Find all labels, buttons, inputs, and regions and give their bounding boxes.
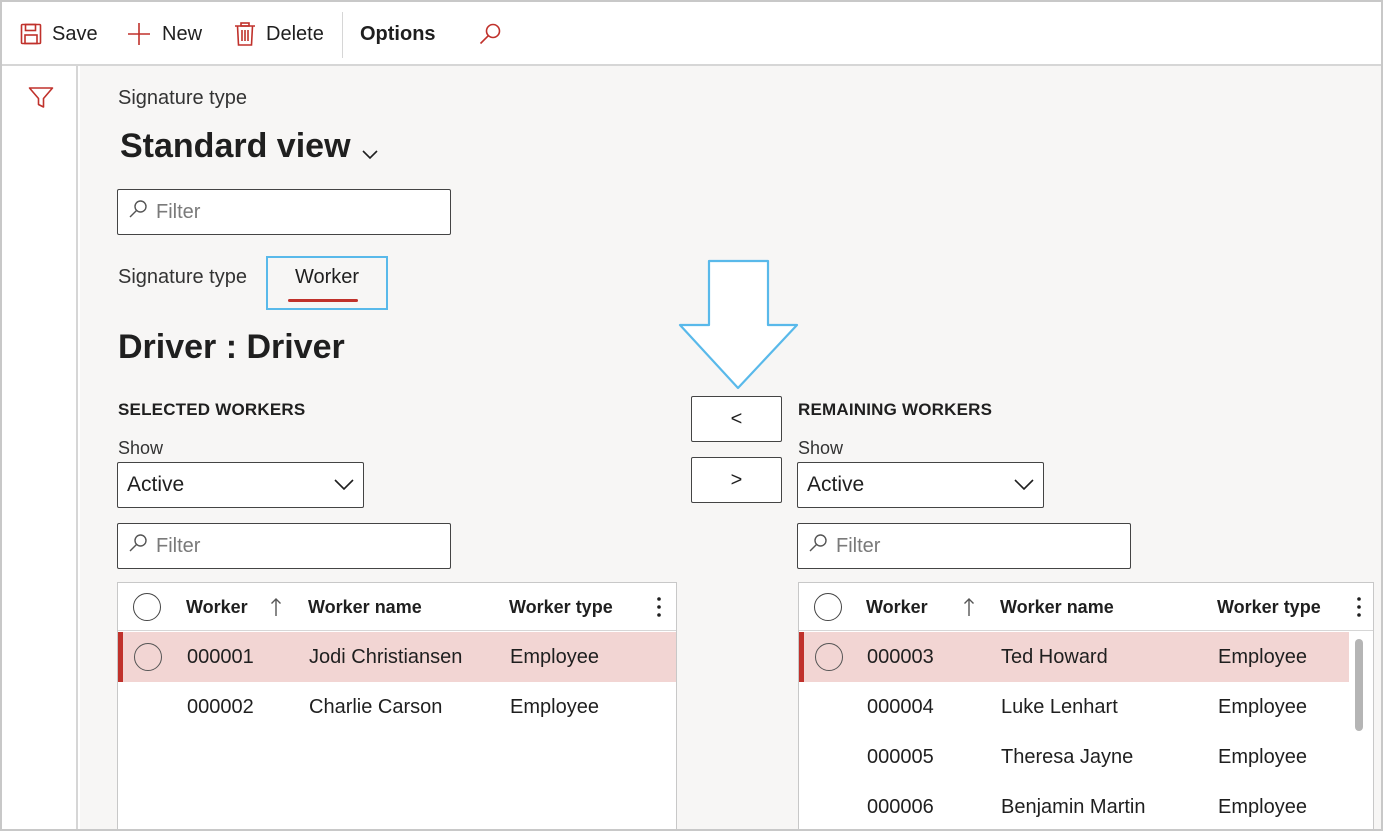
save-label: Save [52, 22, 98, 45]
row-checkbox[interactable] [815, 643, 843, 671]
vertical-scrollbar[interactable] [1355, 639, 1363, 731]
grid-header: Worker Worker name Worker type [799, 583, 1373, 631]
remaining-workers-heading: REMAINING WORKERS [798, 400, 993, 419]
remaining-show-label: Show [798, 438, 844, 458]
app-window: Save New Delete Options Signature type S… [0, 0, 1383, 831]
column-header-worker[interactable]: Worker [186, 583, 248, 631]
remaining-filter-input[interactable] [836, 534, 1096, 558]
selected-show-select[interactable]: Active [117, 462, 364, 508]
search-icon [128, 533, 148, 559]
select-all-checkbox[interactable] [814, 583, 842, 631]
selected-row-marker [118, 632, 123, 682]
move-to-remaining-button[interactable]: > [691, 457, 782, 503]
cell-worker-name: Jodi Christiansen [309, 645, 463, 668]
more-options-icon[interactable] [656, 583, 662, 631]
table-row[interactable]: 000006 Benjamin Martin Employee [799, 782, 1349, 829]
cell-worker-type: Employee [1218, 645, 1307, 668]
cell-worker-name: Theresa Jayne [1001, 745, 1134, 768]
table-row[interactable]: 000005 Theresa Jayne Employee [799, 732, 1349, 782]
cell-worker: 000006 [867, 795, 934, 818]
tab-worker[interactable]: Worker [266, 256, 388, 310]
column-header-worker-type[interactable]: Worker type [509, 583, 613, 631]
cell-worker-name: Charlie Carson [309, 695, 443, 718]
chevron-down-icon [1013, 473, 1035, 497]
table-row[interactable]: 000002 Charlie Carson Employee [118, 682, 676, 732]
filter-pane-icon[interactable] [28, 86, 54, 115]
column-header-worker-name[interactable]: Worker name [1000, 583, 1114, 631]
remaining-filter-field[interactable] [797, 523, 1131, 569]
action-pane: Save New Delete Options [2, 2, 1381, 66]
search-button[interactable] [478, 2, 502, 66]
view-selector[interactable]: Standard view [120, 124, 379, 169]
cell-worker-type: Employee [1218, 795, 1307, 818]
view-title: Standard view [120, 127, 351, 165]
remaining-show-select[interactable]: Active [797, 462, 1044, 508]
new-button[interactable]: New [126, 2, 202, 66]
selected-show-value: Active [127, 473, 185, 496]
page-filter-input[interactable] [156, 200, 416, 224]
search-icon [128, 199, 148, 225]
cell-worker: 000001 [187, 645, 254, 668]
remaining-workers-grid: Worker Worker name Worker type 000003 Te… [798, 582, 1374, 829]
sort-ascending-icon[interactable] [270, 583, 282, 631]
row-checkbox[interactable] [134, 643, 162, 671]
selected-filter-input[interactable] [156, 534, 416, 558]
delete-button[interactable]: Delete [234, 2, 324, 66]
selected-workers-heading: SELECTED WORKERS [118, 400, 306, 419]
down-arrow-icon [678, 259, 800, 396]
active-tab-indicator [288, 299, 358, 302]
new-label: New [162, 22, 203, 45]
cell-worker-type: Employee [510, 645, 599, 668]
signature-type-label: Signature type [118, 266, 247, 288]
options-tab[interactable]: Options [360, 2, 436, 66]
search-icon [478, 22, 502, 46]
cell-worker-name: Ted Howard [1001, 645, 1108, 668]
chevron-down-icon [361, 130, 379, 169]
chevron-down-icon [333, 473, 355, 497]
section-title: Driver : Driver [118, 328, 345, 366]
selected-workers-grid: Worker Worker name Worker type 000001 Jo… [117, 582, 677, 829]
delete-label: Delete [266, 22, 324, 45]
cell-worker-type: Employee [510, 695, 599, 718]
save-icon [20, 23, 42, 45]
column-header-worker-type[interactable]: Worker type [1217, 583, 1321, 631]
main-content: Signature type Standard view Signature t… [80, 66, 1381, 829]
selected-show-label: Show [118, 438, 164, 458]
navigation-rail [2, 66, 78, 829]
table-row[interactable]: 000004 Luke Lenhart Employee [799, 682, 1349, 732]
save-button[interactable]: Save [20, 2, 98, 66]
plus-icon [126, 21, 152, 47]
selected-filter-field[interactable] [117, 523, 451, 569]
cell-worker: 000004 [867, 695, 934, 718]
more-options-icon[interactable] [1356, 583, 1362, 631]
toolbar-divider [342, 12, 343, 58]
table-row[interactable]: 000001 Jodi Christiansen Employee [118, 632, 676, 682]
cell-worker: 000005 [867, 745, 934, 768]
column-header-worker[interactable]: Worker [866, 583, 928, 631]
cell-worker-type: Employee [1218, 695, 1307, 718]
trash-icon [234, 22, 256, 46]
cell-worker: 000003 [867, 645, 934, 668]
sort-ascending-icon[interactable] [963, 583, 975, 631]
selected-row-marker [799, 632, 804, 682]
tab-worker-label: Worker [294, 266, 360, 288]
cell-worker-type: Employee [1218, 745, 1307, 768]
column-header-worker-name[interactable]: Worker name [308, 583, 422, 631]
select-all-checkbox[interactable] [133, 583, 161, 631]
move-to-selected-button[interactable]: < [691, 396, 782, 442]
remaining-show-value: Active [807, 473, 865, 496]
cell-worker-name: Benjamin Martin [1001, 795, 1146, 818]
search-icon [808, 533, 828, 559]
cell-worker-name: Luke Lenhart [1001, 695, 1118, 718]
page-filter-field[interactable] [117, 189, 451, 235]
grid-header: Worker Worker name Worker type [118, 583, 676, 631]
table-row[interactable]: 000003 Ted Howard Employee [799, 632, 1349, 682]
cell-worker: 000002 [187, 695, 254, 718]
form-caption: Signature type [118, 87, 247, 109]
